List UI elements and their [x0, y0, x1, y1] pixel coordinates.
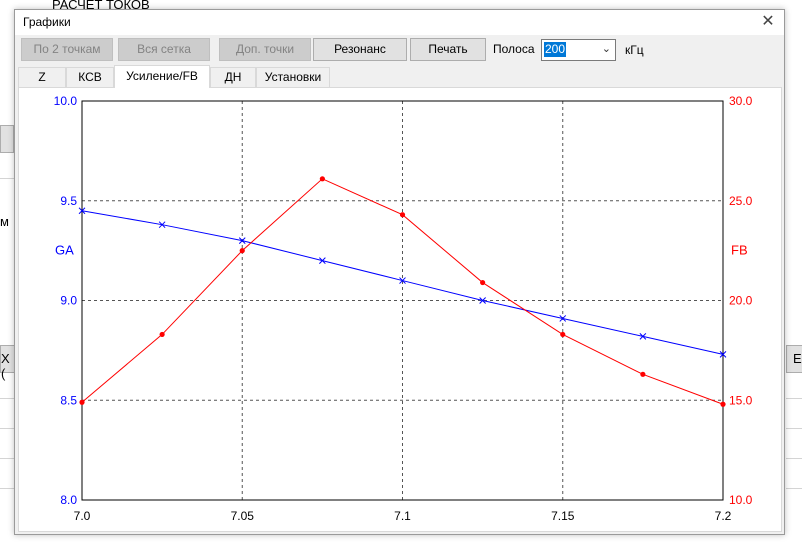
right-tick-label: 20.0	[729, 294, 753, 308]
left-tick-label: 8.5	[60, 393, 77, 407]
whole-grid-button[interactable]: Вся сетка	[118, 38, 210, 61]
data-point-fb	[560, 331, 566, 338]
tab-pattern[interactable]: ДН	[210, 67, 256, 87]
right-axis-label: FB	[731, 243, 748, 258]
right-tick-label: 25.0	[729, 194, 753, 208]
background-divider	[0, 458, 14, 459]
background-button[interactable]	[0, 125, 14, 153]
tab-z[interactable]: Z	[18, 67, 66, 87]
left-tick-label: 9.0	[60, 294, 77, 308]
data-point-fb	[480, 279, 486, 286]
band-label: Полоса	[493, 42, 535, 56]
background-button-e[interactable]: E	[786, 345, 802, 373]
data-point-fb	[79, 399, 85, 405]
right-tick-label: 15.0	[729, 393, 753, 407]
background-divider	[786, 428, 802, 429]
data-point-fb	[720, 401, 726, 407]
right-tick-label: 10.0	[729, 493, 753, 507]
graphs-dialog: Графики ✕ По 2 точкам Вся сетка Доп. точ…	[14, 9, 785, 535]
x-tick-label: 7.2	[715, 509, 732, 523]
dialog-title: Графики	[23, 15, 71, 29]
extra-points-button[interactable]: Доп. точки	[219, 38, 311, 61]
tab-gain-fb[interactable]: Усиление/FB	[114, 65, 210, 88]
background-divider	[0, 178, 14, 179]
left-tick-label: 8.0	[60, 493, 77, 507]
tab-swr[interactable]: КСВ	[66, 67, 114, 87]
tab-bar: Z КСВ Усиление/FB ДН Установки	[18, 65, 778, 88]
by-two-points-button[interactable]: По 2 точкам	[21, 38, 113, 61]
left-axis-label: GA	[55, 243, 74, 258]
left-tick-label: 10.0	[54, 94, 78, 108]
background-button-e-label: E	[793, 351, 802, 366]
data-point-fb	[159, 331, 165, 338]
background-divider	[0, 488, 14, 489]
background-divider	[786, 398, 802, 399]
background-divider	[786, 488, 802, 489]
chevron-down-icon[interactable]: ⌄	[602, 42, 611, 55]
resonance-button[interactable]: Резонанс	[313, 38, 407, 61]
tab-settings[interactable]: Установки	[256, 67, 330, 87]
data-point-fb	[239, 248, 245, 254]
data-point-fb	[640, 371, 646, 377]
band-unit: кГц	[625, 43, 644, 57]
right-tick-label: 30.0	[729, 94, 753, 108]
x-tick-label: 7.15	[551, 509, 575, 523]
data-point-fb	[319, 176, 325, 182]
background-divider	[786, 458, 802, 459]
band-select[interactable]: 200 ⌄	[541, 39, 616, 61]
background-text: м	[0, 214, 9, 229]
background-divider	[0, 428, 14, 429]
print-button[interactable]: Печать	[410, 38, 486, 61]
band-value: 200	[544, 42, 567, 57]
data-point-fb	[399, 212, 406, 218]
close-icon[interactable]: ✕	[758, 12, 778, 32]
data-point-ga	[319, 257, 326, 264]
chart-panel: 8.0 8.5 9.0 9.5 10.0 10.0 15.0 20.0 25.0 30.0 7.0 7…	[18, 87, 782, 532]
gain-fb-chart: 8.0 8.5 9.0 9.5 10.0 10.0 15.0 20.0 25.0 30.0 7.0 7…	[54, 94, 753, 523]
x-tick-label: 7.1	[394, 509, 411, 523]
background-button-x-label: X (	[1, 351, 10, 381]
dialog-titlebar[interactable]: Графики ✕	[15, 10, 784, 35]
left-tick-label: 9.5	[60, 194, 77, 208]
x-tick-label: 7.0	[74, 509, 91, 523]
background-divider	[0, 398, 14, 399]
x-tick-label: 7.05	[231, 509, 255, 523]
